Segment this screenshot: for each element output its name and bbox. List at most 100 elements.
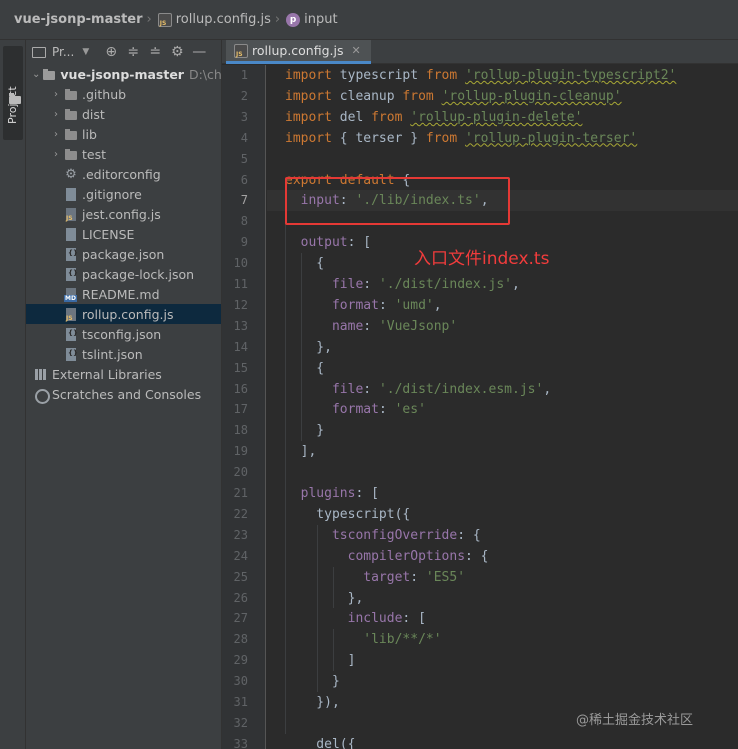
tree-item[interactable]: ›.gitignore: [26, 184, 221, 204]
breadcrumb-file-label: rollup.config.js: [175, 12, 271, 27]
line-number: 18: [233, 423, 248, 438]
breadcrumb-file[interactable]: rollup.config.js: [157, 12, 271, 27]
line-number-gutter[interactable]: 1 2 3 4 5 6 7 8 9 10 11 12 13 14 15 16 17 18 19 20 21 22 23 24 2…: [222, 65, 266, 749]
code-token: ],: [285, 444, 317, 460]
code-token: output: [300, 235, 348, 251]
code-line[interactable]: import cleanup from 'rollup-plugin-clean…: [285, 86, 622, 107]
code-line[interactable]: tsconfigOverride: {: [285, 525, 481, 546]
code-line[interactable]: }: [285, 671, 340, 692]
code-line[interactable]: del({: [285, 734, 355, 749]
line-number: 10: [233, 256, 248, 271]
line-number: 13: [233, 318, 248, 333]
watermark: @稀土掘金技术社区: [576, 713, 694, 728]
tree-item[interactable]: ›rollup.config.js: [26, 304, 221, 324]
close-icon[interactable]: ✕: [352, 44, 361, 57]
code-line[interactable]: file: './dist/index.js',: [285, 274, 520, 295]
chevron-right-icon[interactable]: ›: [50, 89, 62, 100]
tree-item[interactable]: › lib: [26, 124, 221, 144]
code-line[interactable]: format: 'es': [285, 399, 426, 420]
collapse-all-icon[interactable]: ≐: [147, 44, 163, 60]
minimize-icon[interactable]: —: [191, 44, 207, 60]
tree-item[interactable]: › .github: [26, 84, 221, 104]
line-number: 11: [233, 277, 248, 291]
code-line[interactable]: }: [285, 420, 324, 441]
breadcrumb-project[interactable]: vue-jsonp-master: [14, 12, 143, 27]
breadcrumb-symbol[interactable]: p input: [286, 12, 338, 27]
code-line[interactable]: import del from 'rollup-plugin-delete': [285, 107, 582, 128]
chevron-down-icon[interactable]: ▼: [82, 47, 89, 57]
tree-item[interactable]: ›.editorconfig: [26, 164, 221, 184]
gear-icon: [64, 168, 78, 181]
folder-icon: [64, 88, 78, 101]
code-line[interactable]: compilerOptions: {: [285, 546, 489, 567]
code-line[interactable]: ],: [285, 441, 317, 462]
code-line[interactable]: plugins: [: [285, 483, 379, 504]
code-line[interactable]: file: './dist/index.esm.js',: [285, 379, 551, 400]
code-token: }: [285, 674, 340, 690]
code-token: 'rollup-plugin-typescript2': [465, 68, 677, 83]
tree-item[interactable]: ›tslint.json: [26, 344, 221, 364]
gear-icon[interactable]: ⚙: [169, 44, 185, 60]
line-number: 33: [233, 736, 248, 749]
line-number: 14: [233, 339, 248, 354]
code-line[interactable]: import { terser } from 'rollup-plugin-te…: [285, 128, 637, 149]
code-line[interactable]: name: 'VueJsonp': [285, 316, 457, 337]
code-line[interactable]: format: 'umd',: [285, 295, 442, 316]
tree-item[interactable]: ⌄ vue-jsonp-masterD:\chro: [26, 64, 221, 84]
line-number: 16: [233, 381, 248, 396]
code-token: 'rollup-plugin-delete': [410, 109, 583, 125]
code-line[interactable]: output: [: [285, 232, 371, 253]
code-line[interactable]: },: [285, 588, 364, 609]
code-line[interactable]: include: [: [285, 608, 426, 629]
tree-item[interactable]: ›jest.config.js: [26, 204, 221, 224]
code-line[interactable]: {: [285, 253, 324, 274]
code-line[interactable]: import typescript from 'rollup-plugin-ty…: [285, 65, 676, 86]
tree-item[interactable]: ›tsconfig.json: [26, 324, 221, 344]
code-line[interactable]: }),: [285, 692, 340, 713]
chevron-down-icon[interactable]: ⌄: [32, 69, 40, 80]
tree-item[interactable]: ›LICENSE: [26, 224, 221, 244]
code-line[interactable]: target: 'ES5': [285, 567, 465, 588]
expand-all-icon[interactable]: ≑: [125, 44, 141, 60]
tree-item[interactable]: › dist: [26, 104, 221, 124]
chevron-right-icon[interactable]: ›: [50, 149, 62, 160]
tree-item[interactable]: ›package-lock.json: [26, 264, 221, 284]
tree-item-label: package-lock.json: [82, 266, 195, 282]
code-token: from: [402, 88, 434, 104]
tree-item[interactable]: ›Scratches and Consoles: [26, 384, 221, 404]
code-line[interactable]: ]: [285, 650, 356, 671]
code-line[interactable]: {: [285, 358, 324, 379]
code-token: : [: [402, 611, 426, 627]
tree-item[interactable]: ›External Libraries: [26, 364, 221, 384]
project-view-selector[interactable]: Pr...: [52, 45, 74, 59]
tree-item[interactable]: ›package.json: [26, 244, 221, 264]
code-line[interactable]: },: [285, 337, 332, 358]
code-token: : {: [465, 548, 489, 564]
code-line[interactable]: typescript({: [285, 504, 410, 525]
line-number: 26: [233, 590, 248, 605]
chevron-right-icon[interactable]: ›: [50, 109, 62, 120]
tab-rollup-config[interactable]: rollup.config.js ✕: [226, 40, 371, 64]
folder-icon: [64, 108, 78, 121]
code-area[interactable]: import typescript from 'rollup-plugin-ty…: [267, 65, 738, 749]
tree-item-label: .editorconfig: [82, 166, 161, 182]
locate-icon[interactable]: ⊕: [103, 44, 119, 60]
indent-guide: [285, 190, 286, 734]
doc-icon: [64, 187, 78, 201]
tree-item-label: tsconfig.json: [82, 326, 162, 342]
code-line[interactable]: 'lib/**/*': [285, 629, 441, 650]
project-tool-label: Project: [6, 86, 19, 124]
breadcrumb-symbol-label: input: [304, 12, 338, 27]
chevron-right-icon[interactable]: ›: [50, 129, 62, 140]
tree-item[interactable]: ›README.md: [26, 284, 221, 304]
js-file-icon: [64, 307, 78, 322]
tree-item[interactable]: › test: [26, 144, 221, 164]
code-token: 'rollup-plugin-terser': [465, 130, 638, 146]
code-token: del({: [285, 736, 356, 749]
project-tool-tab[interactable]: Project: [3, 46, 23, 140]
folder-icon: [32, 46, 46, 58]
